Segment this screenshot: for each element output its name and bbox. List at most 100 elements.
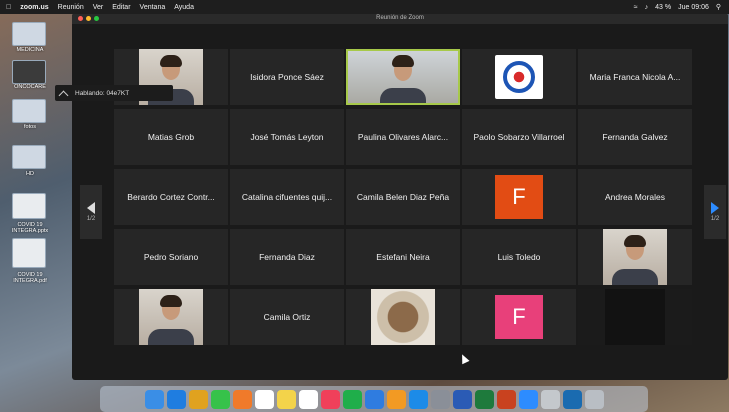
zoom-icon[interactable] [518,389,538,409]
dock [100,386,648,412]
apple-icon[interactable]:  [6,4,11,11]
reminders-icon[interactable] [298,389,318,409]
menu-item-view[interactable]: Ver [93,4,104,11]
settings-icon[interactable] [430,389,450,409]
participant-tile[interactable] [114,289,228,345]
participant-name: Andrea Morales [604,192,665,202]
participant-name: Fernanda Galvez [602,132,668,142]
participant-tile[interactable] [346,49,460,105]
close-window-button[interactable] [78,16,83,21]
next-page-button[interactable]: 1/2 [704,185,726,239]
zoom-meeting-window: Reunión de Zoom Isidora Ponce Sáez Maria … [72,13,728,380]
participant-name: Matias Grob [147,132,195,142]
desktop-icon-label: ONCOCARE [14,84,46,90]
notes-icon[interactable] [276,389,296,409]
menu-app-name[interactable]: zoom.us [20,4,48,11]
zoom-window-button[interactable] [94,16,99,21]
participant-tile[interactable]: F [462,169,576,225]
desktop-file-icon[interactable] [12,193,46,219]
menu-bar:  zoom.us Reunión Ver Editar Ventana Ayu… [0,0,729,14]
music-icon[interactable] [320,389,340,409]
word-icon[interactable] [452,389,472,409]
desktop-icon-label: COVID 19 INTEGRA.pdf [13,272,47,284]
participant-tile[interactable]: Paulina Olivares Alarc... [346,109,460,165]
menu-item-window[interactable]: Ventana [140,4,166,11]
volume-icon[interactable]: ♪ [645,4,649,11]
minimize-window-button[interactable] [86,16,91,21]
browser-icon[interactable] [562,389,582,409]
participant-video [348,51,458,103]
numbers-icon[interactable] [342,389,362,409]
finder-icon[interactable] [144,389,164,409]
menu-status-area: ≈ ♪ 43 % Jue 09:06 ⚲ [634,3,729,12]
participant-tile[interactable]: Berardo Cortez Contr... [114,169,228,225]
participant-tile[interactable]: Isidora Ponce Sáez [230,49,344,105]
page-indicator-right: 1/2 [710,216,720,222]
window-title-bar: Reunión de Zoom [72,13,728,24]
calendar-icon[interactable] [254,389,274,409]
wifi-icon[interactable]: ≈ [634,4,638,11]
desktop-icon-label: COVID 19 INTEGRA.pptx [11,222,49,234]
chevron-up-icon[interactable] [58,90,69,100]
battery-level[interactable]: 43 % [655,4,671,11]
participant-name: Camila Belen Diaz Peña [356,192,450,202]
active-speaker-badge[interactable]: Hablando: 04e7KT [55,85,173,101]
photos-icon[interactable] [232,389,252,409]
spotlight-icon[interactable]: ⚲ [716,3,721,11]
window-title: Reunión de Zoom [376,15,424,21]
clock[interactable]: Jue 09:06 [678,4,709,11]
participant-tile[interactable]: Matias Grob [114,109,228,165]
keynote-icon[interactable] [364,389,384,409]
menu-item-edit[interactable]: Editar [112,4,130,11]
participant-name: Paolo Sobarzo Villarroel [473,132,565,142]
participant-tile[interactable]: José Tomás Leyton [230,109,344,165]
participant-tile[interactable] [578,289,692,345]
participant-tile[interactable]: Camila Ortiz [230,289,344,345]
participant-tile[interactable]: Maria Franca Nicola A... [578,49,692,105]
participant-tile[interactable]: Luis Toledo [462,229,576,285]
desktop-folder-icon[interactable] [12,145,46,169]
desktop-icon-label: MEDICINA [16,47,44,53]
participant-video [139,289,203,345]
participant-tile[interactable]: Fernanda Galvez [578,109,692,165]
participant-tile[interactable]: Andrea Morales [578,169,692,225]
participant-video [603,229,667,285]
participant-tile[interactable]: Paolo Sobarzo Villarroel [462,109,576,165]
trash-icon[interactable] [584,389,604,409]
participant-tile[interactable] [346,289,460,345]
desktop-file-icon[interactable] [12,238,46,268]
participant-tile[interactable]: Camila Belen Diaz Peña [346,169,460,225]
participant-tile[interactable]: Fernanda Diaz [230,229,344,285]
powerpoint-icon[interactable] [496,389,516,409]
menu-item-meeting[interactable]: Reunión [58,4,84,11]
desktop-folder-icon[interactable] [12,22,46,46]
pages-icon[interactable] [386,389,406,409]
previous-page-button[interactable]: 1/2 [80,185,102,239]
participant-name: Pedro Soriano [143,252,199,262]
participant-name: Estefani Neira [376,252,430,262]
participant-tile[interactable]: F [462,289,576,345]
participant-tile[interactable] [462,49,576,105]
participant-tile[interactable]: Pedro Soriano [114,229,228,285]
chrome-icon[interactable] [188,389,208,409]
messages-icon[interactable] [210,389,230,409]
menu-item-help[interactable]: Ayuda [174,4,194,11]
desktop-folder-icon[interactable] [12,99,46,123]
participant-tile[interactable]: Catalina cifuentes quij... [230,169,344,225]
participant-name: Camila Ortiz [263,312,311,322]
appstore-icon[interactable] [408,389,428,409]
excel-icon[interactable] [474,389,494,409]
desktop-icon-label: fotos [24,124,36,130]
participant-name: Berardo Cortez Contr... [127,192,215,202]
participant-name: Fernanda Diaz [259,252,315,262]
participant-tile[interactable] [578,229,692,285]
participant-tile[interactable]: Estefani Neira [346,229,460,285]
desktop-icon-label: HD [26,171,34,177]
safari-icon[interactable] [166,389,186,409]
desktop-folder-icon[interactable] [12,60,46,84]
preview-icon[interactable] [540,389,560,409]
page-indicator-left: 1/2 [86,216,96,222]
active-speaker-text: Hablando: 04e7KT [75,89,130,97]
participant-name: Paulina Olivares Alarc... [357,132,449,142]
participant-name: Isidora Ponce Sáez [250,72,324,82]
